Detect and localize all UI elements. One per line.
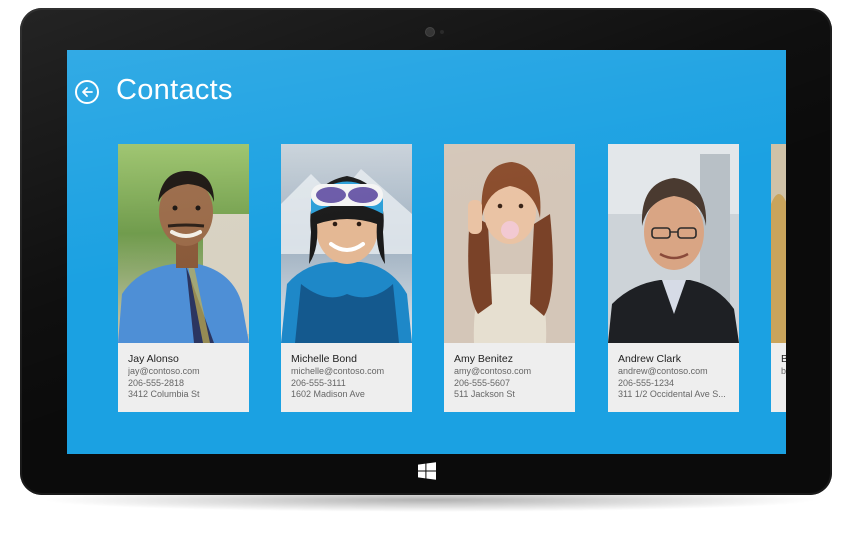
contact-photo xyxy=(444,144,575,343)
contact-card[interactable]: B b xyxy=(771,144,786,412)
contact-card[interactable]: Andrew Clark andrew@contoso.com 206-555-… xyxy=(608,144,739,412)
contact-card[interactable]: Amy Benitez amy@contoso.com 206-555-5607… xyxy=(444,144,575,412)
contact-photo xyxy=(608,144,739,343)
contact-phone: 206-555-5607 xyxy=(454,377,511,388)
contact-name: Jay Alonso xyxy=(128,353,179,365)
contact-address: 3412 Columbia St xyxy=(128,389,200,400)
contact-email: amy@contoso.com xyxy=(454,366,532,376)
contact-phone: 206-555-3111 xyxy=(291,377,346,388)
app-screen: Contacts Jay Alonso jay@contoso.com 206-… xyxy=(67,50,786,454)
contact-details: B b xyxy=(781,352,786,378)
contact-name: Michelle Bond xyxy=(291,353,357,365)
contact-phone: 206-555-1234 xyxy=(618,377,675,388)
back-arrow-icon xyxy=(82,87,93,97)
contact-card[interactable]: Michelle Bond michelle@contoso.com 206-5… xyxy=(281,144,412,412)
page-title: Contacts xyxy=(116,74,233,106)
contact-email: b xyxy=(781,366,786,376)
contact-email: michelle@contoso.com xyxy=(291,366,385,376)
contact-photo xyxy=(118,144,249,343)
contact-phone: 206-555-2818 xyxy=(128,377,185,388)
contact-address: 311 1/2 Occidental Ave S... xyxy=(618,389,726,400)
contact-details: Amy Benitez amy@contoso.com 206-555-5607… xyxy=(454,352,572,401)
contact-card[interactable]: Jay Alonso jay@contoso.com 206-555-2818 … xyxy=(118,144,249,412)
contact-email: andrew@contoso.com xyxy=(618,366,708,376)
contact-photo xyxy=(281,144,412,343)
contact-name: Amy Benitez xyxy=(454,353,513,365)
contact-name: Andrew Clark xyxy=(618,353,682,365)
contact-photo xyxy=(771,144,786,343)
contact-details: Jay Alonso jay@contoso.com 206-555-2818 … xyxy=(128,352,246,401)
contact-name: B xyxy=(781,352,786,366)
back-button[interactable] xyxy=(75,80,99,104)
contact-details: Andrew Clark andrew@contoso.com 206-555-… xyxy=(618,352,736,401)
contact-details: Michelle Bond michelle@contoso.com 206-5… xyxy=(291,352,409,401)
front-camera-icon xyxy=(426,28,434,36)
contact-address: 511 Jackson St xyxy=(454,389,515,400)
windows-logo-icon[interactable] xyxy=(418,462,436,480)
contact-address: 1602 Madison Ave xyxy=(291,389,365,400)
light-sensor-icon xyxy=(440,30,444,34)
contact-email: jay@contoso.com xyxy=(128,366,200,376)
